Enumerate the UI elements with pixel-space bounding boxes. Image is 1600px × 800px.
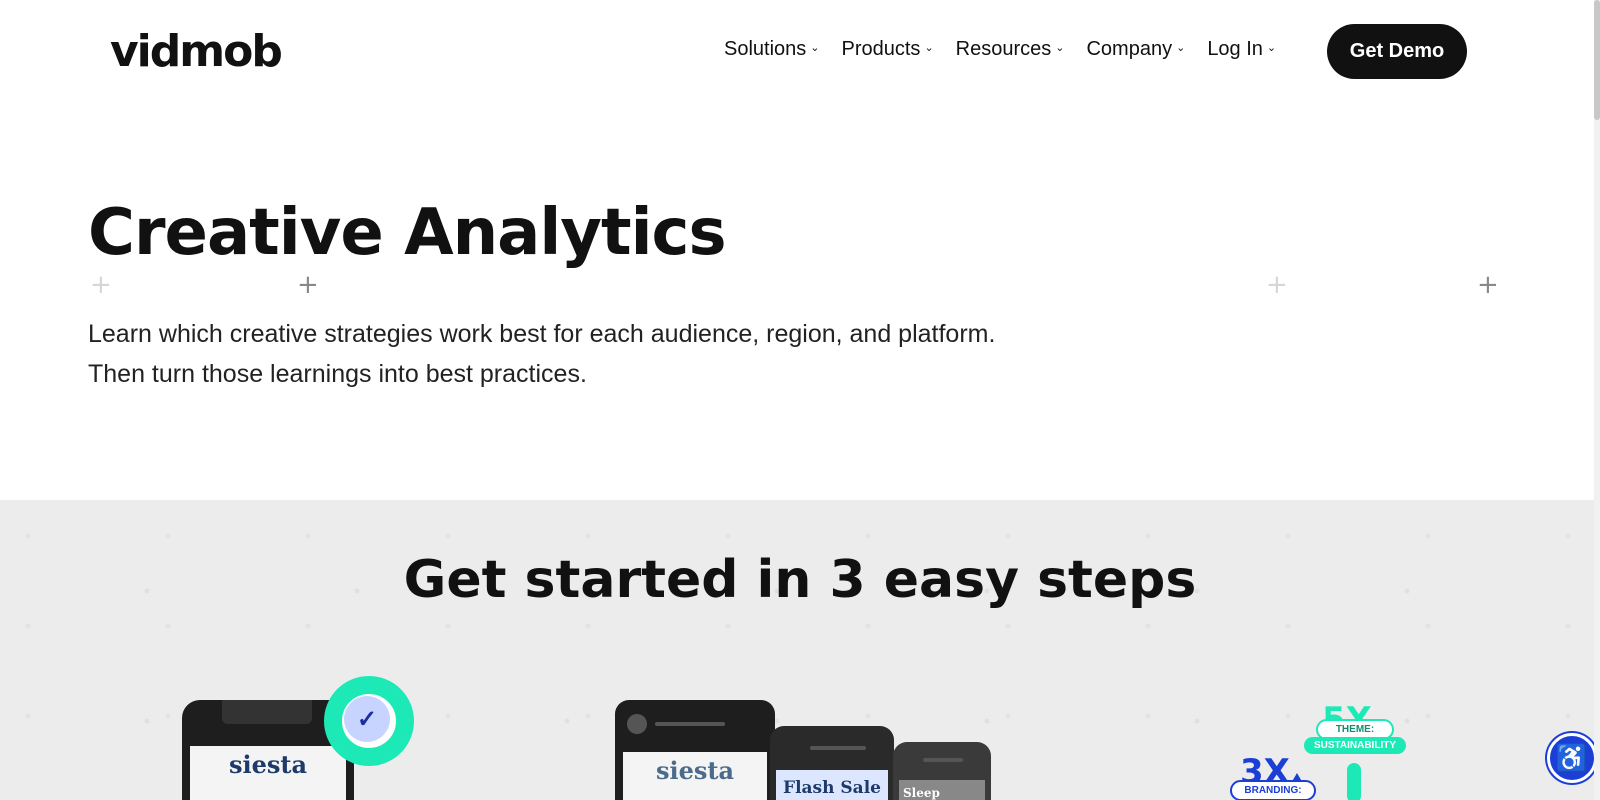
card-text-flash-sale: Flash Sale (776, 770, 888, 800)
phone-notch (222, 700, 312, 724)
accessibility-icon[interactable]: ♿ (1547, 733, 1597, 783)
card-text-sleep-better: Sleep Better (899, 780, 985, 800)
avatar-dot (627, 714, 647, 734)
page-title: Creative Analytics (88, 196, 727, 270)
pill-branding: BRANDING: (1230, 780, 1316, 800)
nav-label: Resources (955, 38, 1052, 60)
steps-section: Get started in 3 easy steps siesta ✓ sie… (0, 500, 1600, 800)
nav-item-resources[interactable]: Resources ⌄ (956, 38, 1065, 61)
pill-sustainability: SUSTAINABILITY (1304, 737, 1406, 754)
nav-item-products[interactable]: Products ⌄ (842, 38, 934, 61)
nav-item-login[interactable]: Log In ⌄ (1207, 38, 1276, 61)
nav-label: Products (841, 38, 921, 60)
phone-card-2: Flash Sale (770, 726, 894, 800)
nav-item-solutions[interactable]: Solutions ⌄ (724, 38, 820, 61)
checkmark-icon: ✓ (344, 696, 390, 742)
nav-item-company[interactable]: Company ⌄ (1086, 38, 1185, 61)
scrollbar-thumb[interactable] (1594, 0, 1600, 120)
main-nav: Solutions ⌄ Products ⌄ Resources ⌄ Compa… (724, 38, 1276, 61)
brand-logo-siesta: siesta (655, 756, 735, 785)
hero-subtitle: Learn which creative strategies work bes… (88, 314, 1148, 394)
phone-screen: siesta (190, 746, 346, 800)
chevron-down-icon: ⌄ (1266, 42, 1277, 54)
get-demo-button[interactable]: Get Demo (1327, 24, 1467, 79)
bar-stem (1347, 763, 1361, 800)
nav-label: Log In (1207, 38, 1263, 60)
chevron-down-icon: ⌄ (1176, 42, 1186, 54)
progress-ring-center: ✓ (322, 674, 416, 768)
phone-card-3: Sleep Better (893, 742, 991, 800)
chevron-down-icon: ⌄ (1055, 42, 1065, 54)
hero-subtitle-line-1: Learn which creative strategies work bes… (88, 320, 996, 348)
hero-subtitle-line-2: Then turn those learnings into best prac… (88, 360, 587, 388)
plus-decor-icon: + (297, 270, 319, 300)
steps-heading-bold: 3 easy steps (829, 550, 1197, 610)
steps-heading: Get started in 3 easy steps (0, 550, 1600, 610)
nav-label: Solutions (724, 38, 807, 60)
site-header: vidmob Solutions ⌄ Products ⌄ Resources … (0, 0, 1600, 104)
plus-decor-icon: + (1266, 270, 1288, 300)
scrollbar-track[interactable] (1594, 0, 1600, 800)
text-bar (655, 722, 725, 726)
nav-label: Company (1086, 38, 1173, 60)
phone-card-1: siesta (615, 700, 775, 800)
vidmob-logo[interactable]: vidmob (110, 26, 283, 77)
plus-decor-icon: + (90, 270, 112, 300)
text-bar (810, 746, 866, 750)
chevron-down-icon: ⌄ (810, 42, 820, 54)
steps-heading-plain: Get started in (403, 550, 830, 610)
chevron-down-icon: ⌄ (924, 42, 934, 54)
plus-decor-icon: + (1477, 270, 1499, 300)
text-bar (923, 758, 963, 762)
brand-logo-siesta: siesta (228, 750, 308, 779)
phone-screen: siesta (623, 752, 767, 800)
